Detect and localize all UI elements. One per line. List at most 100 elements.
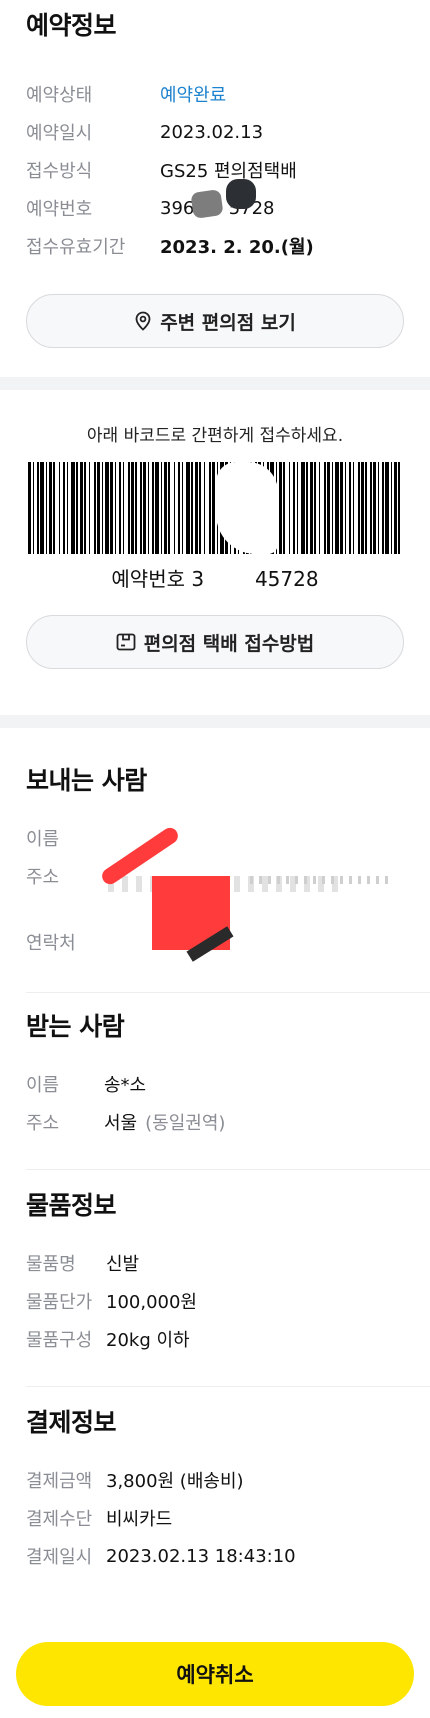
redaction-mark (190, 189, 224, 219)
redaction-mark (250, 876, 390, 884)
info-row-method: 접수방식 GS25 편의점택배 (26, 151, 404, 189)
item-weight-value: 20kg 이하 (106, 1330, 190, 1351)
barcode-bar (28, 462, 31, 554)
info-row-validity: 접수유효기간 2023. 2. 20.(월) (26, 227, 404, 265)
info-row-status: 예약상태 예약완료 (26, 75, 404, 113)
barcode-bar (37, 462, 39, 554)
barcode-bar (378, 462, 379, 554)
item-price-label: 물품단가 (26, 1292, 93, 1313)
barcode-bar (209, 462, 211, 554)
barcode-bar (67, 462, 68, 554)
barcode-bar (80, 462, 83, 554)
barcode-bar (385, 462, 389, 554)
barcode-section: 아래 바코드로 간편하게 접수하세요. 예약번호 3 45728 편의점 택배 … (0, 390, 430, 715)
date-value: 2023.02.13 (160, 121, 264, 143)
barcode-bar (332, 462, 333, 554)
method-label: 접수방식 (26, 161, 93, 182)
section-divider (0, 715, 430, 728)
barcode-bar (340, 462, 343, 554)
redaction-mark (226, 179, 256, 209)
barcode-bar (301, 462, 305, 554)
barcode-bar (102, 462, 103, 554)
barcode-bar (279, 462, 282, 554)
payment-date-label: 결제일시 (26, 1547, 93, 1568)
store-delivery-method-button[interactable]: 편의점 택배 접수방법 (26, 615, 404, 669)
sender-name-row: 이름 (26, 819, 404, 857)
item-title: 물품정보 (26, 1191, 117, 1220)
barcode-bar (115, 462, 116, 554)
item-name-label: 물품명 (26, 1254, 76, 1275)
barcode-bar (306, 462, 308, 554)
nearby-store-label: 주변 편의점 보기 (160, 311, 296, 334)
barcode-bar (319, 462, 320, 554)
barcode-bar (314, 462, 316, 554)
item-name-row: 물품명 신발 (26, 1244, 404, 1282)
barcode-bar (324, 462, 326, 554)
store-delivery-method-label: 편의점 택배 접수방법 (143, 632, 315, 655)
date-label: 예약일시 (26, 123, 93, 144)
barcode-bar (349, 462, 351, 554)
barcode-guide-text: 아래 바코드로 간편하게 접수하세요. (86, 426, 344, 446)
payment-amount-value: 3,800원 (배송비) (106, 1471, 244, 1492)
receiver-address-value: 서울 (104, 1113, 138, 1134)
barcode-bar (76, 462, 78, 554)
barcode-bar (128, 462, 130, 554)
method-value: GS25 편의점택배 (160, 161, 297, 182)
status-value: 예약완료 (160, 85, 227, 106)
nearby-store-button[interactable]: 주변 편의점 보기 (26, 294, 404, 348)
barcode-bar (310, 462, 313, 554)
barcode-bar (63, 462, 65, 554)
receiver-address-label: 주소 (26, 1113, 60, 1134)
barcode-bar (164, 462, 167, 554)
item-section: 물품정보 물품명 신발 물품단가 100,000원 물품구성 20kg 이하 (0, 1170, 430, 1386)
payment-date-row: 결제일시 2023.02.13 18:43:10 (26, 1537, 404, 1575)
status-label: 예약상태 (26, 85, 93, 106)
barcode-bar (140, 462, 142, 554)
barcode-bar (155, 462, 159, 554)
payment-date-value: 2023.02.13 18:43:10 (106, 1545, 296, 1567)
barcode-bar (123, 462, 124, 554)
sender-contact-label: 연락처 (26, 933, 76, 954)
payment-amount-label: 결제금액 (26, 1471, 93, 1492)
barcode-image (26, 462, 404, 554)
barcode-bar (398, 462, 400, 554)
item-name-value: 신발 (106, 1254, 140, 1275)
barcode-bar (84, 462, 86, 554)
barcode-bar (365, 462, 367, 554)
box-icon (116, 633, 136, 651)
cancel-reservation-button[interactable]: 예약취소 (16, 1642, 414, 1706)
receiver-name-value: 송*소 (104, 1075, 147, 1096)
barcode-bar (89, 462, 90, 554)
payment-title: 결제정보 (26, 1408, 117, 1437)
barcode-bar (131, 462, 134, 554)
barcode-bar (358, 462, 360, 554)
sender-address-label: 주소 (26, 867, 60, 888)
validity-label: 접수유효기간 (26, 237, 126, 258)
sender-name-label: 이름 (26, 829, 60, 850)
barcode-bar (143, 462, 146, 554)
info-row-date: 예약일시 2023.02.13 (26, 113, 404, 151)
barcode-bar (195, 462, 198, 554)
item-weight-label: 물품구성 (26, 1330, 93, 1351)
barcode-bar (152, 462, 154, 554)
barcode-bar (327, 462, 330, 554)
barcode-bar (148, 462, 149, 554)
barcode-bar (182, 462, 183, 554)
barcode-bar (186, 462, 190, 554)
barcode-bar (33, 462, 34, 554)
receiver-address-row: 주소 서울 (동일권역) (26, 1103, 404, 1141)
barcode-bar (59, 462, 60, 554)
barcode-bar (345, 462, 346, 554)
barcode-bar (293, 462, 295, 554)
barcode-bar (204, 462, 205, 554)
validity-value: 2023. 2. 20.(월) (160, 237, 314, 258)
receiver-title: 받는 사람 (26, 1012, 125, 1041)
barcode-bar (391, 462, 392, 554)
receiver-address-note: (동일권역) (145, 1113, 226, 1134)
barcode-bar (361, 462, 364, 554)
barcode-bar (49, 462, 52, 554)
reservation-title: 예약정보 (26, 11, 117, 40)
barcode-bar (168, 462, 170, 554)
barcode-bar (135, 462, 137, 554)
barcode-bar (94, 462, 96, 554)
